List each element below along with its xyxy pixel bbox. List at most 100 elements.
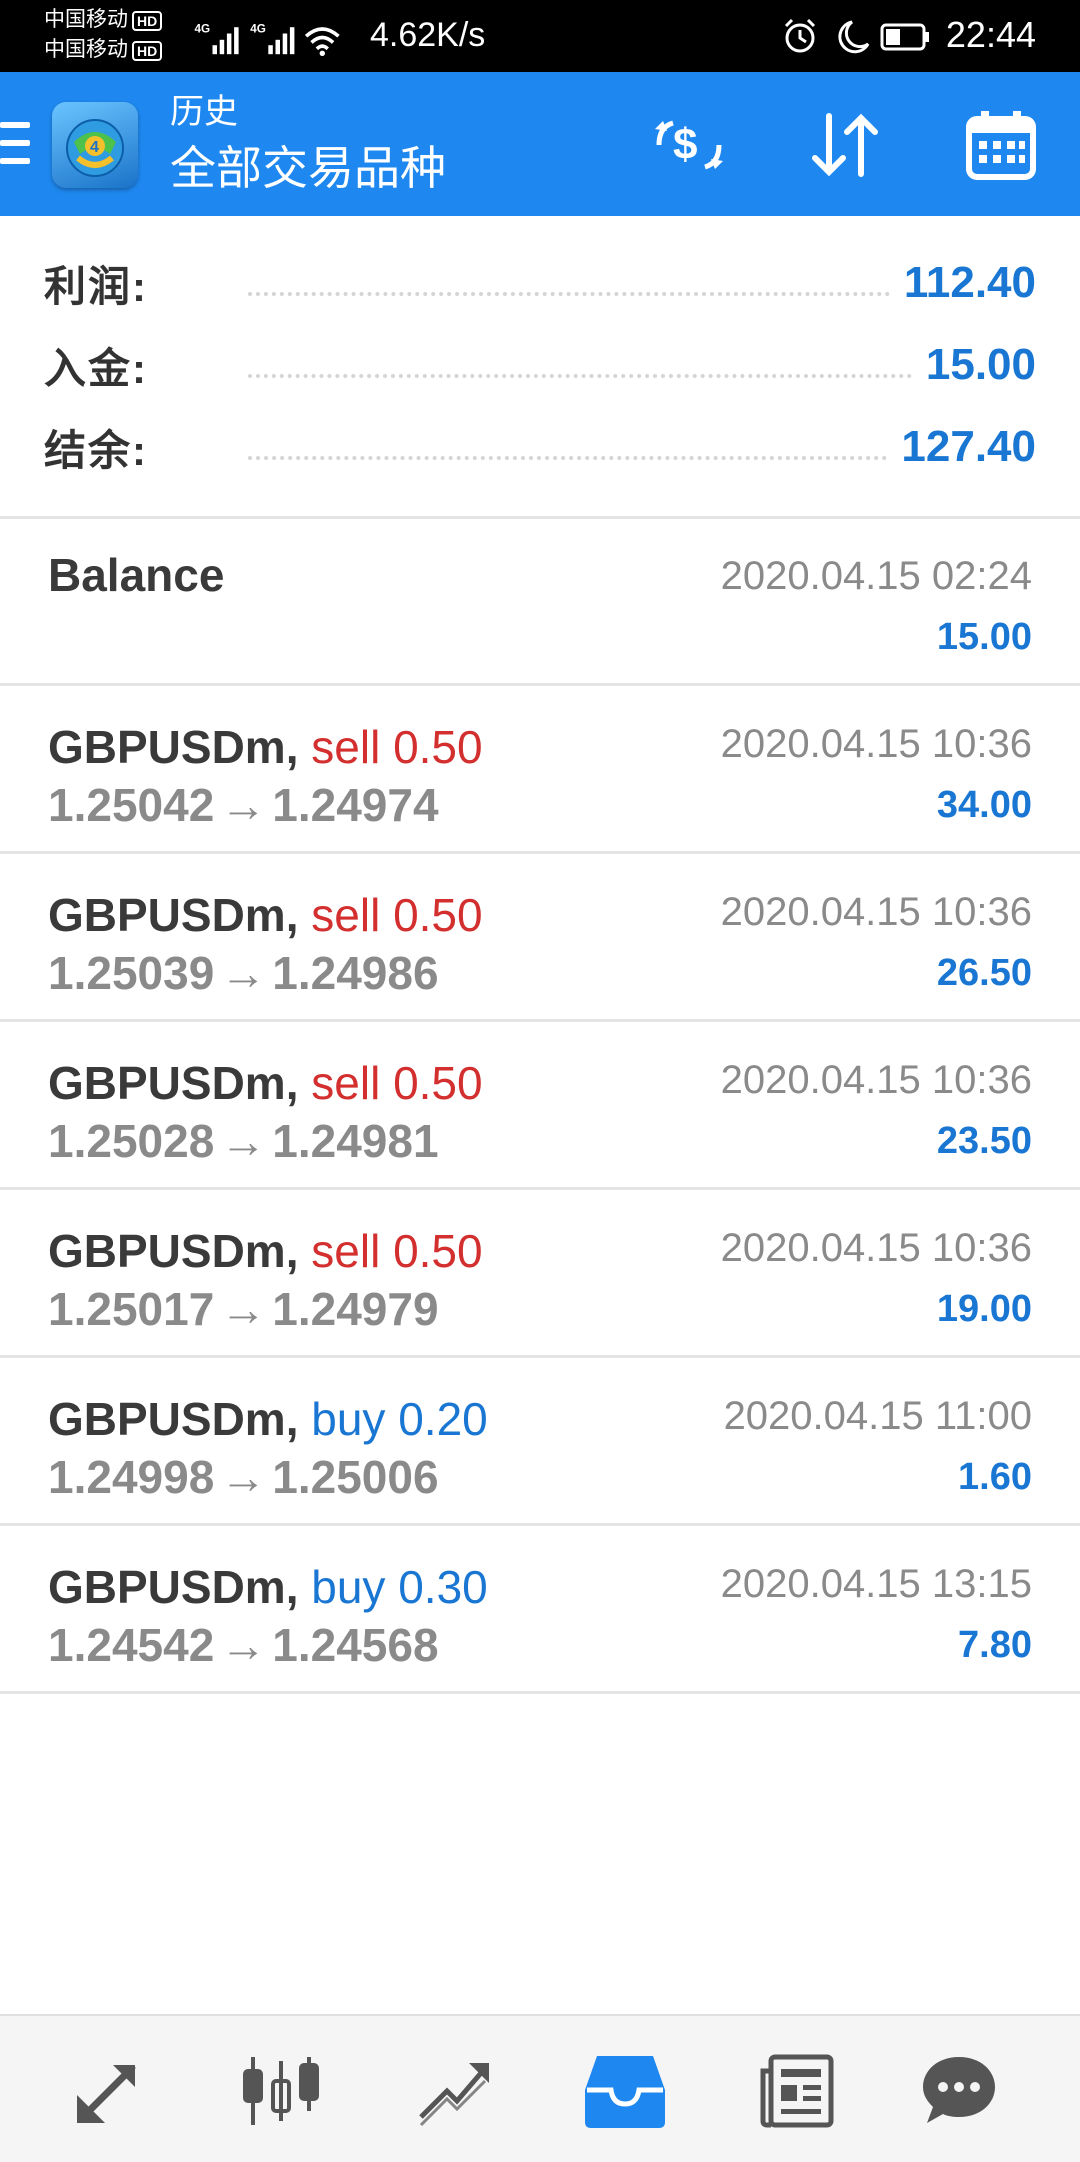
item-amount: 7.80 [958,1624,1032,1666]
summary-value: 112.40 [903,258,1036,307]
quotes-icon [77,2065,137,2123]
summary-deposit-row: 入金: 15.00 [44,330,1036,400]
item-side: sell 0.50 [311,721,483,773]
item-symbol: GBPUSDm, [48,1393,299,1445]
trade-prices: 1.25028 → 1.24981 [48,1114,439,1168]
list-item[interactable]: GBPUSDm, buy 0.20 1.24998 → 1.25006 2020.0… [0,1358,1080,1526]
item-amount: 19.00 [936,1288,1032,1330]
carrier-2: 中国移动 HD [44,38,163,62]
arrow-icon: → [220,1283,267,1335]
sort-button[interactable] [800,100,890,190]
arrow-icon: → [220,1619,267,1671]
item-amount: 15.00 [936,616,1032,658]
summary-label: 入金: [44,344,148,392]
item-amount: 1.60 [958,1456,1032,1498]
close-price: 1.25006 [272,1451,439,1503]
item-time: 2020.04.15 11:00 [723,1394,1032,1438]
nav-chart[interactable] [236,2046,326,2136]
open-price: 1.25042 [48,779,215,831]
svg-text:$: $ [673,120,697,169]
trade-prices: 1.24998 → 1.25006 [48,1450,439,1504]
item-symbol: GBPUSDm, [48,1057,299,1109]
trade-header: GBPUSDm, buy 0.30 [48,1560,488,1614]
bottom-navigation [0,2014,1080,2162]
item-side: buy 0.30 [311,1561,488,1613]
history-icon [585,2056,665,2128]
item-time: 2020.04.15 13:15 [720,1562,1032,1606]
symbol-filter[interactable]: 全部交易品种 [170,140,446,196]
list-item[interactable]: GBPUSDm, sell 0.50 1.25042 → 1.24974 2020.… [0,686,1080,854]
status-bar: 中国移动 HD 中国移动 HD 4G 4G 4.62K/s 22:44 [0,0,1080,72]
item-symbol: GBPUSDm, [48,721,299,773]
list-item[interactable]: Balance 2020.04.15 02:24 15.00 [0,518,1080,686]
trade-header: GBPUSDm, sell 0.50 [48,888,483,942]
open-price: 1.25017 [48,1283,215,1335]
account-summary: 利润: 112.40 入金: 15.00 结余: 127.40 [0,216,1080,516]
trade-prices: 1.24542 → 1.24568 [48,1618,439,1672]
history-list: Balance 2020.04.15 02:24 15.00 GBPUSDm, … [0,518,1080,1694]
arrow-icon: → [220,1451,267,1503]
item-symbol: GBPUSDm, [48,1225,299,1277]
news-icon [760,2054,834,2128]
network-type-2: 4G [250,23,266,36]
item-time: 2020.04.15 10:36 [720,1226,1032,1270]
list-item[interactable]: GBPUSDm, buy 0.30 1.24542 → 1.24568 2020.0… [0,1526,1080,1694]
dotted-leader [248,370,912,378]
summary-label: 结余: [44,426,148,474]
trade-prices: 1.25017 → 1.24979 [48,1282,439,1336]
alarm-icon [784,18,816,53]
summary-value: 127.40 [901,422,1036,471]
nav-news[interactable] [752,2046,842,2136]
sort-icon [812,113,878,177]
carrier-1-label: 中国移动 [44,8,128,31]
clock: 22:44 [945,14,1036,55]
currency-exchange-icon: $ [655,120,723,170]
app-bar: 4 历史 全部交易品种 $ [0,72,1080,216]
trade-icon [419,2063,489,2127]
nav-trade[interactable] [408,2046,498,2136]
arrow-icon: → [220,1115,267,1167]
nav-quotes[interactable] [64,2046,154,2136]
calendar-button[interactable] [956,100,1046,190]
menu-icon[interactable] [0,122,30,166]
item-side: buy 0.20 [311,1393,488,1445]
summary-profit-row: 利润: 112.40 [44,248,1036,318]
item-side: sell 0.50 [311,889,483,941]
item-side: sell 0.50 [311,1057,483,1109]
currency-exchange-button[interactable]: $ [644,100,734,190]
balance-title: Balance [48,549,225,601]
trade-header: GBPUSDm, buy 0.20 [48,1392,488,1446]
chart-icon [243,2057,319,2125]
close-price: 1.24974 [272,779,439,831]
calendar-icon [966,111,1036,180]
close-price: 1.24986 [272,947,439,999]
trade-prices: 1.25042 → 1.24974 [48,778,439,832]
app-title: 历史 [170,93,238,131]
summary-label: 利润: [44,262,148,310]
list-item[interactable]: GBPUSDm, sell 0.50 1.25039 → 1.24986 2020.… [0,854,1080,1022]
hd-badge: HD [132,11,163,31]
open-price: 1.25039 [48,947,215,999]
list-item[interactable]: GBPUSDm, sell 0.50 1.25028 → 1.24981 2020.… [0,1022,1080,1190]
item-amount: 34.00 [936,784,1032,826]
item-time: 2020.04.15 10:36 [720,722,1032,766]
item-amount: 23.50 [936,1120,1032,1162]
list-item[interactable]: GBPUSDm, sell 0.50 1.25017 → 1.24979 2020.… [0,1190,1080,1358]
item-time: 2020.04.15 10:36 [720,890,1032,934]
nav-history[interactable] [580,2046,670,2136]
close-price: 1.24981 [272,1115,439,1167]
item-time: 2020.04.15 10:36 [720,1058,1032,1102]
open-price: 1.24998 [48,1451,215,1503]
wifi-icon [304,27,340,56]
nav-chat[interactable] [914,2046,1004,2136]
dotted-leader [248,288,890,296]
arrow-icon: → [220,947,267,999]
carrier-1: 中国移动 HD [44,8,163,32]
hd-badge: HD [132,41,163,61]
net-speed: 4.62K/s [370,16,486,54]
item-amount: 26.50 [936,952,1032,994]
app-logo: 4 [52,102,138,188]
item-side: sell 0.50 [311,1225,483,1277]
dotted-leader [248,452,888,460]
trade-header: GBPUSDm, sell 0.50 [48,720,483,774]
